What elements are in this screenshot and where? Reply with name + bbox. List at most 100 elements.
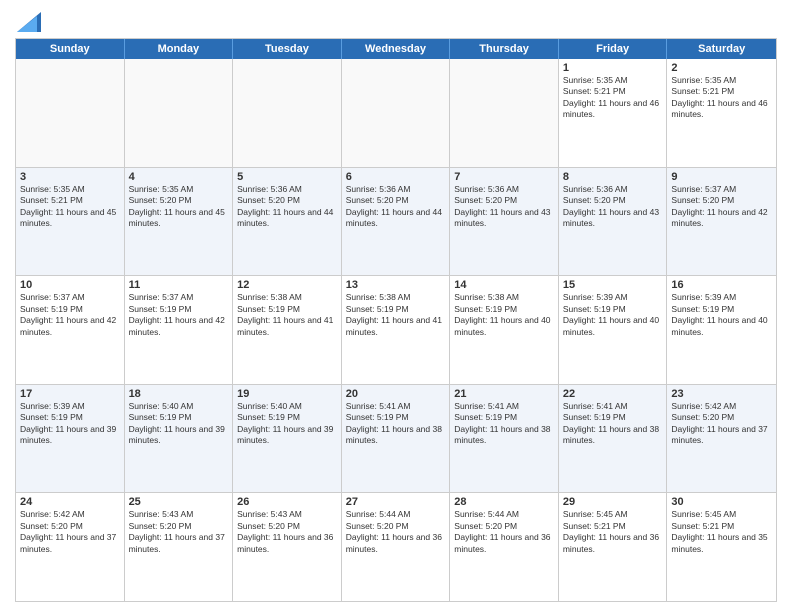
- cell-info: Sunrise: 5:35 AM Sunset: 5:20 PM Dayligh…: [129, 184, 229, 230]
- cell-info: Sunrise: 5:45 AM Sunset: 5:21 PM Dayligh…: [563, 509, 663, 555]
- calendar-cell-4-3: 27Sunrise: 5:44 AM Sunset: 5:20 PM Dayli…: [342, 493, 451, 601]
- calendar-cell-3-2: 19Sunrise: 5:40 AM Sunset: 5:19 PM Dayli…: [233, 385, 342, 493]
- cell-info: Sunrise: 5:36 AM Sunset: 5:20 PM Dayligh…: [563, 184, 663, 230]
- header-day-sunday: Sunday: [16, 39, 125, 59]
- calendar-cell-1-0: 3Sunrise: 5:35 AM Sunset: 5:21 PM Daylig…: [16, 168, 125, 276]
- calendar-cell-1-4: 7Sunrise: 5:36 AM Sunset: 5:20 PM Daylig…: [450, 168, 559, 276]
- calendar-cell-4-0: 24Sunrise: 5:42 AM Sunset: 5:20 PM Dayli…: [16, 493, 125, 601]
- day-number: 8: [563, 171, 663, 183]
- cell-info: Sunrise: 5:39 AM Sunset: 5:19 PM Dayligh…: [671, 292, 772, 338]
- day-number: 4: [129, 171, 229, 183]
- page: SundayMondayTuesdayWednesdayThursdayFrid…: [0, 0, 792, 612]
- cell-info: Sunrise: 5:44 AM Sunset: 5:20 PM Dayligh…: [346, 509, 446, 555]
- calendar-row-1: 3Sunrise: 5:35 AM Sunset: 5:21 PM Daylig…: [16, 168, 776, 277]
- cell-info: Sunrise: 5:41 AM Sunset: 5:19 PM Dayligh…: [563, 401, 663, 447]
- calendar-cell-0-0: [16, 59, 125, 167]
- day-number: 25: [129, 496, 229, 508]
- calendar-row-0: 1Sunrise: 5:35 AM Sunset: 5:21 PM Daylig…: [16, 59, 776, 168]
- cell-info: Sunrise: 5:36 AM Sunset: 5:20 PM Dayligh…: [346, 184, 446, 230]
- cell-info: Sunrise: 5:42 AM Sunset: 5:20 PM Dayligh…: [671, 401, 772, 447]
- cell-info: Sunrise: 5:39 AM Sunset: 5:19 PM Dayligh…: [563, 292, 663, 338]
- day-number: 30: [671, 496, 772, 508]
- day-number: 26: [237, 496, 337, 508]
- calendar-cell-1-2: 5Sunrise: 5:36 AM Sunset: 5:20 PM Daylig…: [233, 168, 342, 276]
- calendar-cell-4-4: 28Sunrise: 5:44 AM Sunset: 5:20 PM Dayli…: [450, 493, 559, 601]
- calendar-cell-4-1: 25Sunrise: 5:43 AM Sunset: 5:20 PM Dayli…: [125, 493, 234, 601]
- calendar-cell-0-4: [450, 59, 559, 167]
- day-number: 13: [346, 279, 446, 291]
- cell-info: Sunrise: 5:38 AM Sunset: 5:19 PM Dayligh…: [346, 292, 446, 338]
- calendar-cell-2-1: 11Sunrise: 5:37 AM Sunset: 5:19 PM Dayli…: [125, 276, 234, 384]
- calendar-cell-3-1: 18Sunrise: 5:40 AM Sunset: 5:19 PM Dayli…: [125, 385, 234, 493]
- cell-info: Sunrise: 5:43 AM Sunset: 5:20 PM Dayligh…: [129, 509, 229, 555]
- cell-info: Sunrise: 5:40 AM Sunset: 5:19 PM Dayligh…: [237, 401, 337, 447]
- calendar-cell-2-4: 14Sunrise: 5:38 AM Sunset: 5:19 PM Dayli…: [450, 276, 559, 384]
- day-number: 15: [563, 279, 663, 291]
- calendar-cell-0-5: 1Sunrise: 5:35 AM Sunset: 5:21 PM Daylig…: [559, 59, 668, 167]
- cell-info: Sunrise: 5:43 AM Sunset: 5:20 PM Dayligh…: [237, 509, 337, 555]
- day-number: 11: [129, 279, 229, 291]
- cell-info: Sunrise: 5:37 AM Sunset: 5:19 PM Dayligh…: [20, 292, 120, 338]
- calendar-cell-0-6: 2Sunrise: 5:35 AM Sunset: 5:21 PM Daylig…: [667, 59, 776, 167]
- day-number: 16: [671, 279, 772, 291]
- calendar-cell-2-5: 15Sunrise: 5:39 AM Sunset: 5:19 PM Dayli…: [559, 276, 668, 384]
- cell-info: Sunrise: 5:37 AM Sunset: 5:20 PM Dayligh…: [671, 184, 772, 230]
- day-number: 3: [20, 171, 120, 183]
- header-day-thursday: Thursday: [450, 39, 559, 59]
- day-number: 21: [454, 388, 554, 400]
- calendar-cell-2-2: 12Sunrise: 5:38 AM Sunset: 5:19 PM Dayli…: [233, 276, 342, 384]
- day-number: 29: [563, 496, 663, 508]
- day-number: 18: [129, 388, 229, 400]
- day-number: 1: [563, 62, 663, 74]
- cell-info: Sunrise: 5:45 AM Sunset: 5:21 PM Dayligh…: [671, 509, 772, 555]
- calendar-cell-4-2: 26Sunrise: 5:43 AM Sunset: 5:20 PM Dayli…: [233, 493, 342, 601]
- cell-info: Sunrise: 5:35 AM Sunset: 5:21 PM Dayligh…: [563, 75, 663, 121]
- calendar-cell-3-5: 22Sunrise: 5:41 AM Sunset: 5:19 PM Dayli…: [559, 385, 668, 493]
- calendar-cell-3-6: 23Sunrise: 5:42 AM Sunset: 5:20 PM Dayli…: [667, 385, 776, 493]
- cell-info: Sunrise: 5:39 AM Sunset: 5:19 PM Dayligh…: [20, 401, 120, 447]
- day-number: 17: [20, 388, 120, 400]
- day-number: 22: [563, 388, 663, 400]
- day-number: 10: [20, 279, 120, 291]
- header-day-tuesday: Tuesday: [233, 39, 342, 59]
- calendar-cell-0-1: [125, 59, 234, 167]
- logo: [15, 14, 41, 32]
- day-number: 24: [20, 496, 120, 508]
- calendar-cell-2-6: 16Sunrise: 5:39 AM Sunset: 5:19 PM Dayli…: [667, 276, 776, 384]
- calendar-cell-1-6: 9Sunrise: 5:37 AM Sunset: 5:20 PM Daylig…: [667, 168, 776, 276]
- day-number: 2: [671, 62, 772, 74]
- cell-info: Sunrise: 5:42 AM Sunset: 5:20 PM Dayligh…: [20, 509, 120, 555]
- cell-info: Sunrise: 5:41 AM Sunset: 5:19 PM Dayligh…: [346, 401, 446, 447]
- cell-info: Sunrise: 5:38 AM Sunset: 5:19 PM Dayligh…: [454, 292, 554, 338]
- calendar-cell-0-2: [233, 59, 342, 167]
- cell-info: Sunrise: 5:41 AM Sunset: 5:19 PM Dayligh…: [454, 401, 554, 447]
- day-number: 12: [237, 279, 337, 291]
- calendar-cell-1-1: 4Sunrise: 5:35 AM Sunset: 5:20 PM Daylig…: [125, 168, 234, 276]
- header: [15, 10, 777, 32]
- calendar-header: SundayMondayTuesdayWednesdayThursdayFrid…: [16, 39, 776, 59]
- header-day-monday: Monday: [125, 39, 234, 59]
- day-number: 5: [237, 171, 337, 183]
- calendar-cell-3-4: 21Sunrise: 5:41 AM Sunset: 5:19 PM Dayli…: [450, 385, 559, 493]
- day-number: 14: [454, 279, 554, 291]
- calendar-row-2: 10Sunrise: 5:37 AM Sunset: 5:19 PM Dayli…: [16, 276, 776, 385]
- calendar-cell-2-3: 13Sunrise: 5:38 AM Sunset: 5:19 PM Dayli…: [342, 276, 451, 384]
- day-number: 28: [454, 496, 554, 508]
- day-number: 9: [671, 171, 772, 183]
- calendar-row-4: 24Sunrise: 5:42 AM Sunset: 5:20 PM Dayli…: [16, 493, 776, 601]
- day-number: 23: [671, 388, 772, 400]
- calendar: SundayMondayTuesdayWednesdayThursdayFrid…: [15, 38, 777, 602]
- calendar-cell-4-6: 30Sunrise: 5:45 AM Sunset: 5:21 PM Dayli…: [667, 493, 776, 601]
- cell-info: Sunrise: 5:44 AM Sunset: 5:20 PM Dayligh…: [454, 509, 554, 555]
- header-day-saturday: Saturday: [667, 39, 776, 59]
- cell-info: Sunrise: 5:36 AM Sunset: 5:20 PM Dayligh…: [237, 184, 337, 230]
- day-number: 19: [237, 388, 337, 400]
- calendar-cell-3-3: 20Sunrise: 5:41 AM Sunset: 5:19 PM Dayli…: [342, 385, 451, 493]
- header-day-wednesday: Wednesday: [342, 39, 451, 59]
- calendar-cell-3-0: 17Sunrise: 5:39 AM Sunset: 5:19 PM Dayli…: [16, 385, 125, 493]
- day-number: 7: [454, 171, 554, 183]
- day-number: 27: [346, 496, 446, 508]
- calendar-cell-1-5: 8Sunrise: 5:36 AM Sunset: 5:20 PM Daylig…: [559, 168, 668, 276]
- calendar-row-3: 17Sunrise: 5:39 AM Sunset: 5:19 PM Dayli…: [16, 385, 776, 494]
- cell-info: Sunrise: 5:35 AM Sunset: 5:21 PM Dayligh…: [671, 75, 772, 121]
